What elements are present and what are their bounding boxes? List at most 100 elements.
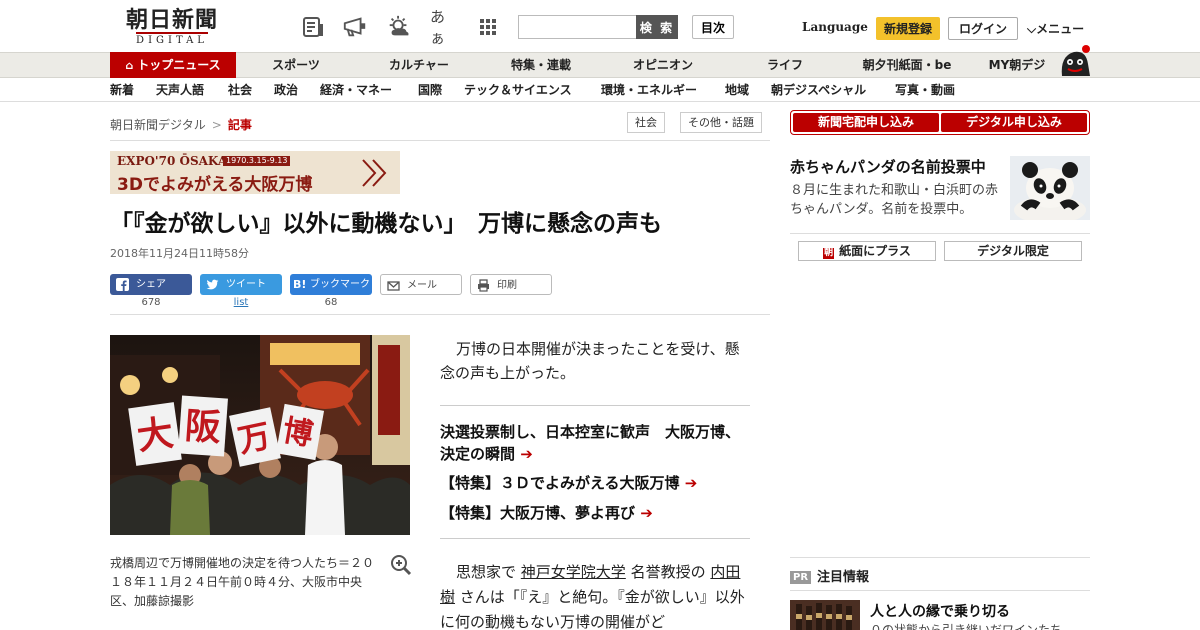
twitter-list-link[interactable]: list: [200, 297, 282, 308]
mail-share-label: メール: [407, 280, 437, 291]
pr-subtitle: ０の状態から引き継いだワインたち: [870, 623, 1063, 630]
link-kobe-college[interactable]: 神戸女学院大学: [521, 563, 626, 581]
pr-title-link[interactable]: 人と人の縁で乗り切る: [870, 601, 1010, 621]
breadcrumb-home[interactable]: 朝日新聞デジタル: [110, 118, 206, 132]
register-button[interactable]: 新規登録: [876, 17, 940, 40]
tag-misc[interactable]: その他・話題: [680, 112, 762, 133]
search-input[interactable]: [518, 15, 636, 39]
nav2-photo-video[interactable]: 写真・動画: [895, 78, 955, 102]
pr-heading: PR 注目情報: [790, 566, 869, 585]
photo-sign-2: 阪: [184, 405, 223, 449]
related-link-expo-dream[interactable]: 【特集】大阪万博、夢よ再び ➔: [440, 502, 750, 524]
secondary-nav: 新着 天声人語 社会 政治 経済・マネー 国際 テック＆サイエンス 環境・エネル…: [0, 78, 1200, 102]
divider: [790, 557, 1090, 558]
subscription-box: 新聞宅配申し込み デジタル申し込み: [790, 110, 1090, 135]
related-link-text: 決選投票制し、日本控室に歓声 大阪万博、決定の瞬間: [440, 423, 741, 463]
expo-3d-banner[interactable]: EXPO'70 ŌSAKA 1970.3.15-9.13 3Dでよみがえる大阪万…: [110, 151, 400, 194]
mascot-icon: [1056, 42, 1092, 78]
megaphone-icon[interactable]: [342, 14, 368, 40]
grid-menu-icon[interactable]: [475, 14, 501, 40]
pr-image[interactable]: [790, 600, 860, 630]
arrow-right-icon: ➔: [640, 504, 653, 522]
nav-top-news[interactable]: ⌂ トップニュース: [110, 52, 236, 79]
index-button[interactable]: 目次: [692, 15, 734, 39]
body-text: 思想家で: [456, 563, 517, 581]
breadcrumb-current: 記事: [227, 118, 252, 132]
nav-life[interactable]: ライフ: [752, 53, 818, 78]
zoom-in-icon[interactable]: [390, 554, 412, 576]
nav2-politics[interactable]: 政治: [274, 78, 298, 102]
pr-badge: PR: [790, 571, 812, 584]
asahi-digital-logo[interactable]: 朝日新聞 DIGITAL: [112, 8, 232, 48]
language-link[interactable]: Language: [802, 20, 868, 34]
banner-main-text: 3Dでよみがえる大阪万博: [117, 175, 313, 194]
mail-share-button[interactable]: メール: [380, 274, 462, 295]
related-link-vote[interactable]: 決選投票制し、日本控室に歓声 大阪万博、決定の瞬間 ➔: [440, 421, 750, 465]
subscribe-paper-button[interactable]: 新聞宅配申し込み: [793, 113, 939, 132]
photo-caption: 戎橋周辺で万博開催地の決定を待つ人たち＝２０１８年１１月２４日午前０時４分、大阪…: [110, 556, 375, 608]
subscribe-digital-button[interactable]: デジタル申し込み: [941, 113, 1087, 132]
panda-image[interactable]: [1010, 156, 1090, 220]
search-button[interactable]: 検 索: [636, 15, 678, 39]
article-photo[interactable]: 大 阪 万 博: [110, 335, 410, 535]
tag-society[interactable]: 社会: [627, 112, 665, 133]
hatena-bookmark-label: ブックマーク: [310, 279, 370, 290]
nav2-society[interactable]: 社会: [228, 78, 252, 102]
menu-label: メニュー: [1036, 22, 1085, 36]
nav-label: トップニュース: [137, 58, 221, 72]
banner-dates: 1970.3.15-9.13: [223, 156, 291, 166]
divider: [790, 233, 1090, 234]
photo-sign-1: 大: [134, 412, 176, 459]
login-button[interactable]: ログイン: [948, 17, 1018, 40]
nav2-tensei-jingo[interactable]: 天声人語: [156, 78, 204, 102]
body-text: 名誉教授の: [630, 563, 706, 581]
hatena-count: 68: [324, 297, 338, 308]
nav2-special[interactable]: 朝デジスペシャル: [771, 78, 866, 102]
related-link-text: 【特集】大阪万博、夢よ再び: [440, 504, 636, 522]
nav2-latest[interactable]: 新着: [110, 78, 134, 102]
breadcrumb: 朝日新聞デジタル > 記事: [110, 116, 252, 133]
arrow-right-icon: ➔: [684, 474, 698, 492]
nav-culture[interactable]: カルチャー: [378, 53, 460, 78]
nav-sports[interactable]: スポーツ: [258, 53, 334, 78]
hatena-bookmark-button[interactable]: B! ブックマーク: [290, 274, 372, 295]
paper-plus-button[interactable]: 朝紙面にプラス: [798, 241, 936, 261]
facebook-count: 678: [141, 297, 161, 308]
panda-vote-title[interactable]: 赤ちゃんパンダの名前投票中: [790, 156, 986, 177]
nav2-region[interactable]: 地域: [725, 78, 749, 102]
print-button[interactable]: 印刷: [470, 274, 552, 295]
divider: [110, 314, 770, 315]
digital-only-button[interactable]: デジタル限定: [944, 241, 1082, 261]
breadcrumb-separator: >: [211, 118, 222, 132]
font-size-icon[interactable]: あぁ: [430, 8, 456, 47]
twitter-tweet-button[interactable]: ツイート: [200, 274, 282, 295]
nav2-international[interactable]: 国際: [418, 78, 442, 102]
twitter-tweet-label: ツイート: [226, 279, 266, 290]
article-headline: 「『金が欲しい』以外に動機ない」 万博に懸念の声も: [110, 211, 662, 237]
article-timestamp: 2018年11月24日11時58分: [110, 247, 249, 260]
home-icon: ⌂: [125, 59, 134, 72]
menu-button[interactable]: ⌵メニュー: [1027, 20, 1084, 37]
nav-features[interactable]: 特集・連載: [498, 53, 584, 78]
nav2-economy[interactable]: 経済・マネー: [320, 78, 392, 102]
logo-english: DIGITAL: [136, 32, 208, 47]
nav-opinion[interactable]: オピニオン: [620, 53, 706, 78]
paper-plus-label: 紙面にプラス: [839, 244, 911, 258]
nav-my-asadigi[interactable]: MY朝デジ: [982, 53, 1052, 78]
facebook-share-button[interactable]: シェア: [110, 274, 192, 295]
related-link-3d-expo[interactable]: 【特集】３Ｄでよみがえる大阪万博 ➔: [440, 472, 750, 494]
print-icon: [477, 279, 490, 292]
site-header: 朝日新聞 DIGITAL あぁ 検 索 目次 Language 新規登録 ログイ…: [0, 0, 1200, 52]
nav2-tech-science[interactable]: テック＆サイエンス: [464, 78, 572, 102]
primary-nav: ⌂ トップニュース スポーツ カルチャー 特集・連載 オピニオン ライフ 朝夕刊紙…: [0, 52, 1200, 79]
divider: [790, 590, 1090, 591]
newspaper-icon[interactable]: [300, 14, 326, 40]
body-text: さんは「『え』と絶句。『金が欲しい』以外に何の動機もない万博の開催がど: [440, 588, 745, 630]
nav2-environment[interactable]: 環境・エネルギー: [601, 78, 697, 102]
nav-print-edition[interactable]: 朝夕刊紙面・be: [856, 53, 958, 78]
mail-icon: [387, 279, 400, 292]
weather-icon[interactable]: [386, 14, 412, 40]
asahi-logo-icon: 朝: [823, 248, 835, 259]
logo-japanese: 朝日新聞: [125, 7, 218, 33]
facebook-icon: [116, 278, 129, 291]
